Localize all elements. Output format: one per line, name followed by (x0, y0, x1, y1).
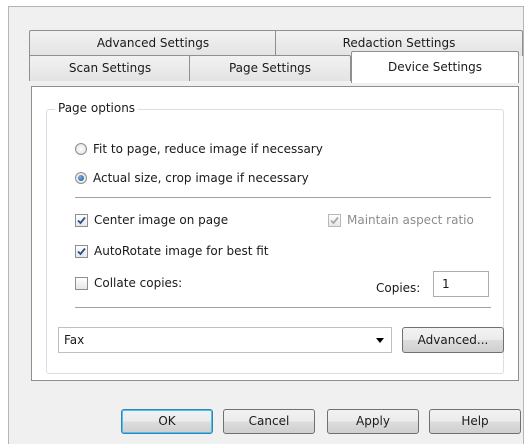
ok-label: OK (158, 414, 176, 428)
advanced-button[interactable]: Advanced... (402, 327, 504, 353)
apply-label: Apply (356, 414, 390, 428)
collate-checkbox[interactable]: Collate copies: (75, 276, 182, 290)
fit-to-page-radio[interactable]: Fit to page, reduce image if necessary (75, 142, 323, 156)
cancel-button[interactable]: Cancel (223, 409, 315, 434)
tab-label: Advanced Settings (96, 36, 210, 50)
page-options-legend: Page options (55, 101, 139, 115)
tab-label: Page Settings (228, 61, 312, 75)
tab-label: Redaction Settings (342, 36, 456, 50)
center-image-checkbox[interactable]: Center image on page (75, 213, 228, 227)
copies-input[interactable]: 1 (433, 271, 489, 297)
tab-page-settings[interactable]: Page Settings (189, 55, 351, 81)
checkmark-icon (75, 213, 88, 227)
ok-button[interactable]: OK (121, 409, 213, 434)
help-button[interactable]: Help (429, 409, 521, 434)
radio-off-icon (75, 143, 87, 155)
center-image-label: Center image on page (94, 213, 229, 227)
separator (75, 197, 491, 198)
checkmark-icon (328, 213, 341, 227)
maintain-aspect-checkbox: Maintain aspect ratio (328, 213, 474, 227)
checkbox-empty-icon (75, 276, 88, 290)
collate-label: Collate copies: (94, 276, 183, 290)
apply-button[interactable]: Apply (327, 409, 419, 434)
tab-scan-settings[interactable]: Scan Settings (29, 55, 191, 81)
tab-label: Device Settings (387, 60, 483, 74)
tab-label: Scan Settings (68, 61, 152, 75)
maintain-aspect-label: Maintain aspect ratio (347, 213, 474, 227)
fit-to-page-label: Fit to page, reduce image if necessary (93, 142, 323, 156)
copies-label: Copies: (376, 281, 421, 295)
actual-size-label: Actual size, crop image if necessary (93, 171, 309, 185)
actual-size-radio[interactable]: Actual size, crop image if necessary (75, 171, 309, 185)
tab-device-settings[interactable]: Device Settings (351, 51, 519, 83)
tab-content-panel: Page options Fit to page, reduce image i… (31, 86, 519, 381)
dialog-window: Advanced Settings Redaction Settings Sca… (8, 6, 524, 444)
tab-advanced-settings[interactable]: Advanced Settings (29, 30, 277, 56)
separator (75, 307, 491, 308)
dropdown-arrow-icon (376, 338, 384, 343)
printer-selected: Fax (64, 333, 85, 347)
checkmark-icon (75, 244, 88, 258)
radio-on-icon (75, 172, 87, 184)
autorotate-label: AutoRotate image for best fit (94, 244, 269, 258)
copies-value: 1 (442, 277, 450, 291)
help-label: Help (461, 414, 489, 428)
autorotate-checkbox[interactable]: AutoRotate image for best fit (75, 244, 269, 258)
cancel-label: Cancel (248, 414, 290, 428)
advanced-button-label: Advanced... (417, 333, 489, 347)
printer-dropdown[interactable]: Fax (58, 327, 392, 353)
